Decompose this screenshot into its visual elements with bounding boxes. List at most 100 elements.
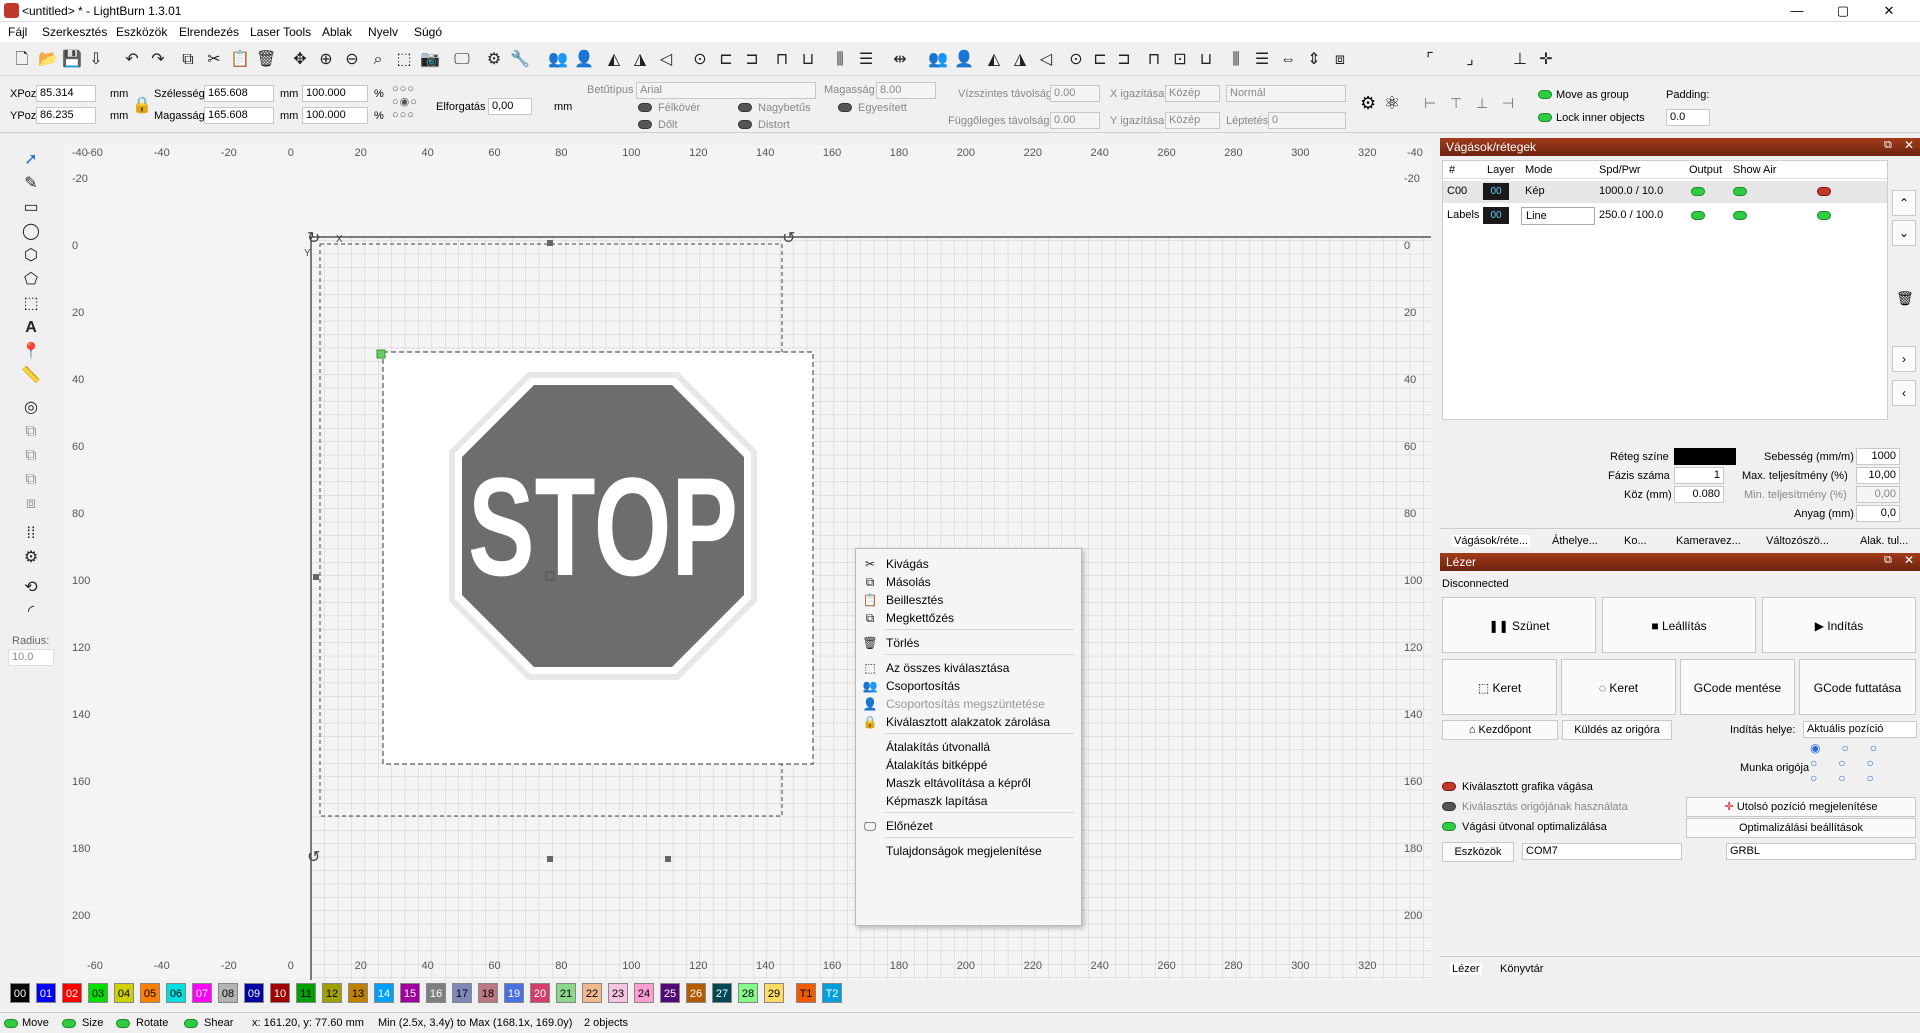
run-gcode-button[interactable]: GCode futtatása	[1799, 659, 1916, 715]
go-origin-button[interactable]: Küldés az origóra	[1562, 720, 1672, 740]
palette-swatch[interactable]: 09	[244, 983, 264, 1003]
palette-swatch[interactable]: 05	[140, 983, 160, 1003]
zoom-out-icon[interactable]: ⊖	[342, 50, 362, 70]
new-file-icon[interactable]: 🗋	[12, 50, 32, 70]
layer-color-box[interactable]	[1674, 448, 1736, 465]
align-left-icon[interactable]: ⊏	[716, 50, 736, 70]
distribute-h-icon[interactable]: ⫼	[830, 50, 850, 70]
context-menu-item[interactable]: Másolás	[886, 575, 931, 589]
align-center-2-icon[interactable]: ⊙	[1066, 50, 1086, 70]
open-file-icon[interactable]: 📂	[38, 50, 58, 70]
menu-tools[interactable]: Eszközök	[116, 25, 167, 39]
last-pos-button[interactable]: ✛ Utolsó pozíció megjelenítése	[1686, 797, 1916, 817]
dock-align-icon[interactable]: ⊣	[1502, 95, 1514, 112]
layer-down-icon[interactable]: ⌄	[1892, 220, 1916, 246]
boolean-intersect-icon[interactable]: ⧉	[20, 469, 42, 491]
offset-tool-icon[interactable]: ◎	[20, 397, 42, 419]
palette-swatch[interactable]: T2	[822, 983, 842, 1003]
palette-swatch[interactable]: 00	[10, 983, 30, 1003]
material-input[interactable]: 0,0	[1856, 505, 1900, 522]
align-left-2-icon[interactable]: ⊏	[1090, 50, 1110, 70]
mirror-icon[interactable]: ◁	[656, 50, 676, 70]
minpower-input[interactable]: 0,00	[1856, 486, 1900, 503]
context-menu-item[interactable]: Tulajdonságok megjelenítése	[886, 844, 1042, 858]
menu-window[interactable]: Ablak	[322, 25, 352, 39]
normal-select[interactable]: Normál	[1226, 85, 1346, 102]
maxpower-input[interactable]: 10,00	[1856, 467, 1900, 484]
copy-icon[interactable]: ⧉	[178, 50, 198, 70]
palette-swatch[interactable]: 16	[426, 983, 446, 1003]
palette-swatch[interactable]: 06	[166, 983, 186, 1003]
zoom-fit-icon[interactable]: ⌕	[368, 50, 388, 70]
context-menu-item[interactable]: Az összes kiválasztása	[886, 661, 1009, 675]
align-right-icon[interactable]: ⊐	[742, 50, 762, 70]
undo-icon[interactable]: ↶	[122, 50, 142, 70]
layer-show-toggle[interactable]	[1733, 187, 1747, 196]
weld-tool-icon[interactable]: ⧈	[20, 493, 42, 515]
workspace-grid[interactable]: STOP X Y ↻ ↺ ↺	[64, 145, 1431, 980]
cut-selected-toggle[interactable]	[1442, 782, 1456, 791]
save-gcode-button[interactable]: GCode mentése	[1680, 659, 1795, 715]
rectangle-tool-icon[interactable]: ▭	[20, 197, 42, 219]
layers-undock-icon[interactable]: ⧉	[1884, 139, 1892, 152]
tab-laser[interactable]: Lézer	[1450, 963, 1482, 975]
align-bottom-icon[interactable]: ⊔	[798, 50, 818, 70]
palette-swatch[interactable]: 13	[348, 983, 368, 1003]
menu-language[interactable]: Nyelv	[368, 25, 398, 39]
align-top-2-icon[interactable]: ⊓	[1144, 50, 1164, 70]
interval-input[interactable]: 0.080	[1674, 486, 1724, 503]
delete-icon[interactable]: 🗑	[256, 50, 276, 70]
context-menu-item[interactable]: Csoportosítás	[886, 679, 960, 693]
hspace-input[interactable]: 0.00	[1050, 85, 1100, 102]
context-menu-item[interactable]: Kiválasztott alakzatok zárolása	[886, 715, 1050, 729]
palette-swatch[interactable]: 26	[686, 983, 706, 1003]
italic-toggle[interactable]	[638, 120, 652, 129]
laser-close-icon[interactable]: ✕	[1904, 553, 1914, 567]
paste-icon[interactable]: 📋	[230, 50, 250, 70]
frame-button[interactable]: ⬚ Keret	[1442, 659, 1557, 715]
layer-color-swatch[interactable]: 00	[1483, 207, 1509, 224]
layer-output-toggle[interactable]	[1691, 187, 1705, 196]
layer-color-swatch[interactable]: 00	[1483, 183, 1509, 200]
optimize-toggle[interactable]	[1442, 822, 1456, 831]
distort-toggle[interactable]	[738, 120, 752, 129]
align-bottom-2-icon[interactable]: ⊔	[1196, 50, 1216, 70]
menu-file[interactable]: Fájl	[8, 25, 27, 39]
palette-swatch[interactable]: 22	[582, 983, 602, 1003]
space-h-icon[interactable]: ⇔	[1278, 50, 1298, 70]
select-tool-icon[interactable]: ➚	[20, 149, 42, 171]
flip-vertical-icon[interactable]: ◮	[630, 50, 650, 70]
palette-swatch[interactable]: 03	[88, 983, 108, 1003]
text-tool-icon[interactable]: A	[20, 317, 42, 339]
menu-arrange[interactable]: Elrendezés	[179, 25, 239, 39]
boolean-icon[interactable]: ⚛	[1384, 93, 1400, 114]
save-icon[interactable]: 💾	[62, 50, 82, 70]
palette-swatch[interactable]: 21	[556, 983, 576, 1003]
align-top-icon[interactable]: ⊓	[772, 50, 792, 70]
move-group-toggle[interactable]	[1538, 90, 1552, 99]
ungroup-icon[interactable]: 👤	[574, 50, 594, 70]
align-center-icon[interactable]: ⊙	[690, 50, 710, 70]
height-input[interactable]: 165.608	[204, 107, 274, 124]
measure-tool-icon[interactable]: 📏	[20, 365, 42, 387]
context-menu-item[interactable]: Átalakítás útvonallá	[886, 740, 990, 754]
palette-swatch[interactable]: 23	[608, 983, 628, 1003]
layer-delete-icon[interactable]: 🗑	[1896, 290, 1914, 307]
context-menu-item[interactable]: Átalakítás bitképpé	[886, 758, 987, 772]
palette-swatch[interactable]: 24	[634, 983, 654, 1003]
palette-swatch[interactable]: 01	[36, 983, 56, 1003]
move-together-icon[interactable]: ⇹	[890, 50, 910, 70]
position-pin-icon[interactable]: 📍	[20, 341, 42, 363]
distribute-v-2-icon[interactable]: ☰	[1252, 50, 1272, 70]
home-button[interactable]: ⌂ Kezdőpont	[1442, 720, 1558, 740]
frame-circle-button[interactable]: ◌ Keret	[1561, 659, 1676, 715]
canvas-area[interactable]: STOP X Y ↻ ↺ ↺ -40 -60 -40 -20 0 20 40 60 80 100 1…	[64, 145, 1431, 980]
welded-toggle[interactable]	[838, 103, 852, 112]
context-menu-item[interactable]: Képmaszk lapítása	[886, 794, 987, 808]
layer-mode-select[interactable]: Line	[1521, 207, 1595, 225]
layer-output-toggle[interactable]	[1691, 211, 1705, 220]
palette-swatch[interactable]: 19	[504, 983, 524, 1003]
position-marker-icon[interactable]: ✛	[1536, 50, 1556, 70]
layer-up-icon[interactable]: ⌃	[1892, 190, 1916, 216]
palette-swatch[interactable]: 10	[270, 983, 290, 1003]
